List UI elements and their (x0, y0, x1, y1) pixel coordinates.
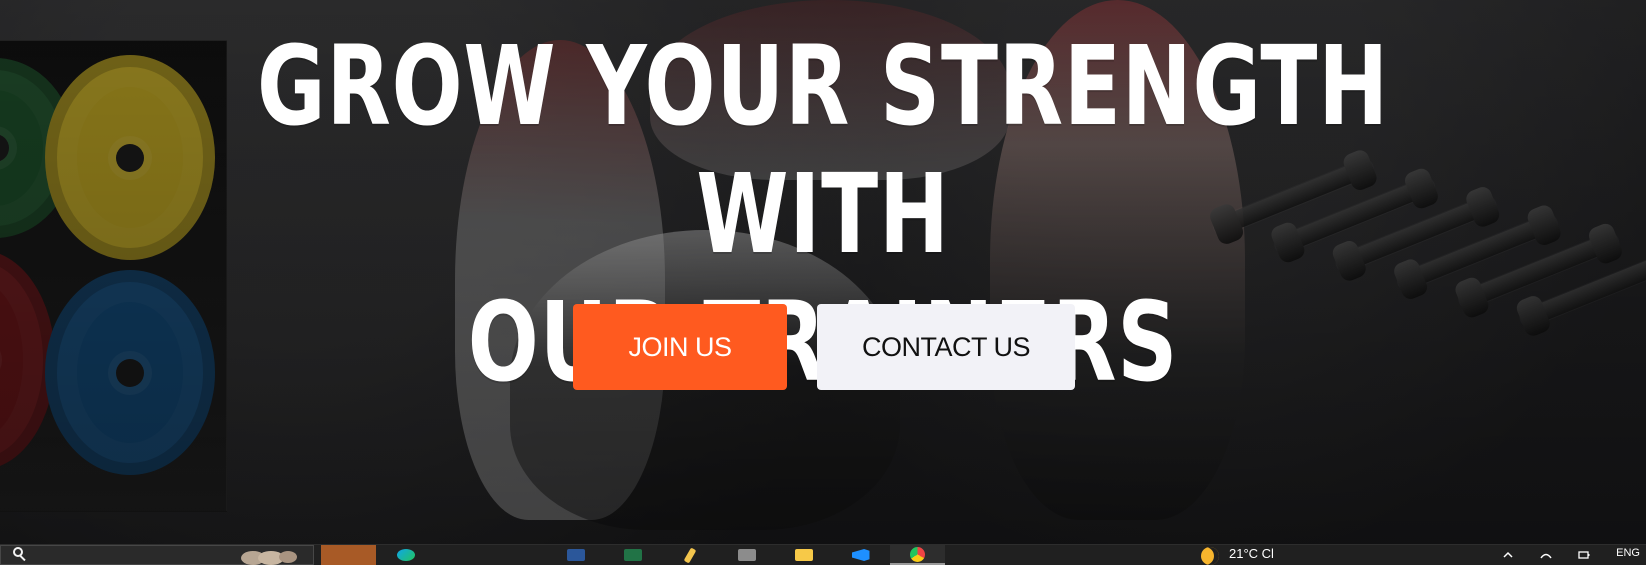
folder-icon[interactable] (776, 545, 831, 565)
elephant-icon (241, 551, 297, 565)
edge-glyph-icon (396, 549, 415, 561)
language-indicator[interactable]: ENG (1616, 547, 1640, 559)
join-us-button[interactable]: JOIN US (573, 304, 787, 390)
weather-moon-icon (1201, 547, 1219, 565)
folder-glyph-icon (794, 549, 813, 561)
vscode-icon[interactable] (833, 545, 888, 565)
contact-us-button[interactable]: CONTACT US (817, 304, 1075, 390)
app-glyph-icon (737, 549, 756, 561)
windows-taskbar: 21°C Cl ENG (0, 544, 1646, 565)
search-icon (13, 547, 23, 557)
hero-title-line-1: GROW YOUR STRENGTH WITH (257, 22, 1389, 278)
excel-glyph-icon (623, 549, 642, 561)
word-icon[interactable] (548, 545, 603, 565)
vscode-glyph-icon (851, 549, 870, 561)
battery-icon[interactable] (1577, 548, 1591, 562)
system-tray: 21°C Cl ENG (1196, 545, 1646, 565)
pencil-icon[interactable] (662, 545, 717, 565)
excel-icon[interactable] (605, 545, 660, 565)
edge-icon[interactable] (378, 545, 433, 565)
hero-section: GROW YOUR STRENGTH WITH OUR TRAINERS JOI… (0, 0, 1646, 545)
app-icon[interactable] (719, 545, 774, 565)
hero-button-row: JOIN US CONTACT US (573, 304, 1075, 390)
taskbar-search-box[interactable] (0, 545, 314, 565)
chrome-icon[interactable] (890, 545, 945, 565)
word-glyph-icon (566, 549, 585, 561)
orange-app-icon[interactable] (321, 545, 376, 565)
pencil-glyph-icon (683, 547, 696, 563)
weather-text: 21°C Cl (1229, 546, 1274, 561)
chevron-up-icon[interactable] (1501, 548, 1515, 562)
chrome-glyph-icon (910, 546, 925, 562)
screen: GROW YOUR STRENGTH WITH OUR TRAINERS JOI… (0, 0, 1646, 565)
network-icon[interactable] (1539, 548, 1553, 562)
